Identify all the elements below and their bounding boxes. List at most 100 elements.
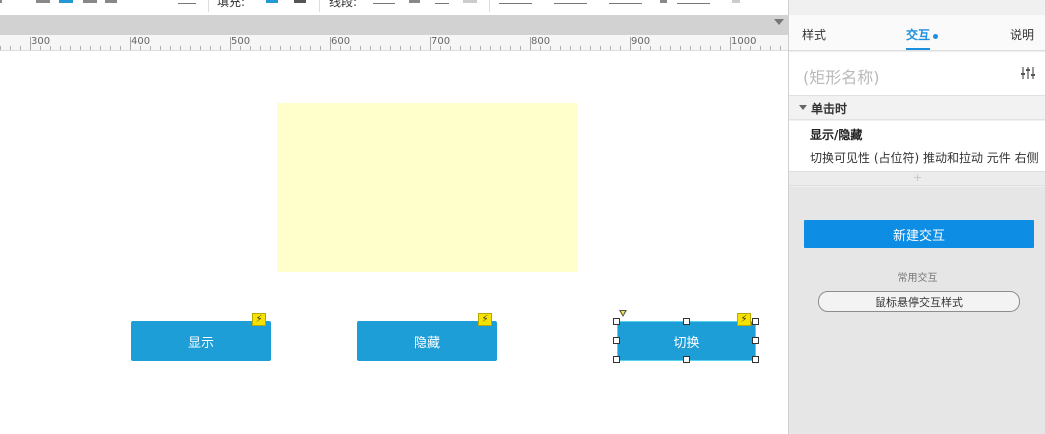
widget-name-field[interactable]: (矩形名称) [803,64,880,88]
ruler-tick [610,46,611,50]
hide-button[interactable]: 隐藏 [357,321,497,361]
resize-handle[interactable] [613,318,620,325]
lightning-icon[interactable]: ⚡ [737,313,751,326]
ruler-tick [100,46,101,50]
interaction-case[interactable]: 显示/隐藏 切换可见性 (占位符) 推动和拉动 元件 右侧 [789,121,1045,171]
new-interaction-label: 新建交互 [892,228,945,244]
plus-icon[interactable]: + [913,171,922,184]
lightning-icon[interactable]: ⚡ [478,313,492,326]
common-interactions-heading: 常用交互 [897,273,938,284]
border-color-control[interactable] [373,3,395,4]
ruler-tick [110,46,111,50]
toolbar-separator [319,0,320,12]
ruler-tick [770,46,771,50]
add-action-row[interactable]: + [789,171,1045,186]
ruler-tick [780,46,781,50]
ruler-tick [190,46,191,50]
ruler-tick [480,46,481,50]
resize-handle[interactable] [752,356,759,363]
ruler-tick [10,46,11,50]
ruler-tick [210,46,211,50]
ruler-tick [20,46,21,50]
page-tab-strip [0,15,788,35]
ruler-tick [90,46,91,50]
ruler-tick [400,46,401,50]
border-width-control[interactable] [409,0,420,3]
resize-handle[interactable] [613,337,620,344]
ruler-tick [660,46,661,50]
action-description[interactable]: 切换可见性 (占位符) 推动和拉动 元件 右侧 [810,149,1039,166]
border-style-control[interactable] [435,3,449,4]
sliders-icon[interactable] [1021,66,1035,80]
design-canvas[interactable]: 300 400 500 600 700 800 900 1000 显示 ⚡ 隐藏… [0,15,788,434]
resize-handle[interactable] [613,356,620,363]
ruler-tick [420,46,421,50]
ruler-tick [460,46,461,50]
resize-handle[interactable] [752,337,759,344]
arrow-style-control[interactable] [463,0,477,3]
toggle-button[interactable]: 切换 [617,321,756,361]
inspector-panel: 样式 交互 说明 (矩形名称) 单击时 显示/隐藏 切换可见性 (占位符) 推动… [788,0,1045,434]
show-button[interactable]: 显示 [131,321,271,361]
width-field[interactable] [609,3,642,4]
height-field[interactable] [677,3,710,4]
ruler-tick [260,46,261,50]
toolbar-underline-icon[interactable] [178,3,196,4]
tab-interaction[interactable]: 交互 [906,26,930,43]
toolbar-fragment [0,0,2,3]
ruler-tick [370,46,371,50]
toolbar-color-icon[interactable] [59,0,73,3]
ruler-label: 800 [531,36,551,47]
position-y-field[interactable] [554,3,587,4]
resize-handle[interactable] [752,318,759,325]
ruler-label: 600 [331,36,351,47]
fill-color-swatch[interactable] [266,0,278,3]
ruler-tick [150,46,151,50]
ruler-label: 500 [231,36,251,47]
hide-icon[interactable] [732,0,740,3]
ruler-tick [490,46,491,50]
tab-notes[interactable]: 说明 [1010,26,1034,43]
resize-handle[interactable] [683,356,690,363]
hide-button-label: 隐藏 [413,335,440,351]
ruler-label: 900 [631,36,651,47]
toolbar-style-icon[interactable] [83,0,97,3]
ruler-tick [320,46,321,50]
ruler-tick [650,46,651,50]
event-header[interactable]: 单击时 [789,97,1045,120]
ruler-tick [180,46,181,50]
new-interaction-button[interactable]: 新建交互 [804,220,1034,248]
ruler-tick [520,46,521,50]
resize-handle[interactable] [683,318,690,325]
placeholder-dynamic-panel[interactable] [277,103,577,272]
lock-icon[interactable] [660,0,667,3]
ruler-tick [80,46,81,50]
case-name[interactable]: 显示/隐藏 [810,126,862,143]
toolbar-align-icon[interactable] [36,0,50,3]
ruler-tick [670,46,671,50]
ruler-tick [220,46,221,50]
ruler-tick [680,46,681,50]
tab-style[interactable]: 样式 [802,26,826,43]
rotation-anchor-icon[interactable] [619,310,627,317]
ruler-label: 300 [31,36,51,47]
ruler-tick [360,46,361,50]
hover-style-button[interactable]: 鼠标悬停交互样式 [818,291,1020,312]
ruler-tick [290,46,291,50]
ruler-tick [700,46,701,50]
ruler-tick [60,46,61,50]
ruler-tick [590,46,591,50]
ruler-tick [280,46,281,50]
chevron-down-icon[interactable] [774,19,784,25]
ruler-tick [500,46,501,50]
ruler-tick [410,46,411,50]
fill-shadow-swatch[interactable] [294,0,306,3]
ruler-tick [560,46,561,50]
caret-down-icon[interactable] [799,105,807,110]
ruler-tick [0,46,1,50]
unsaved-dot [933,34,938,39]
toolbar-format-icon[interactable] [105,0,117,3]
lightning-icon[interactable]: ⚡ [252,313,266,326]
position-x-field[interactable] [499,3,532,4]
ruler-tick [170,46,171,50]
